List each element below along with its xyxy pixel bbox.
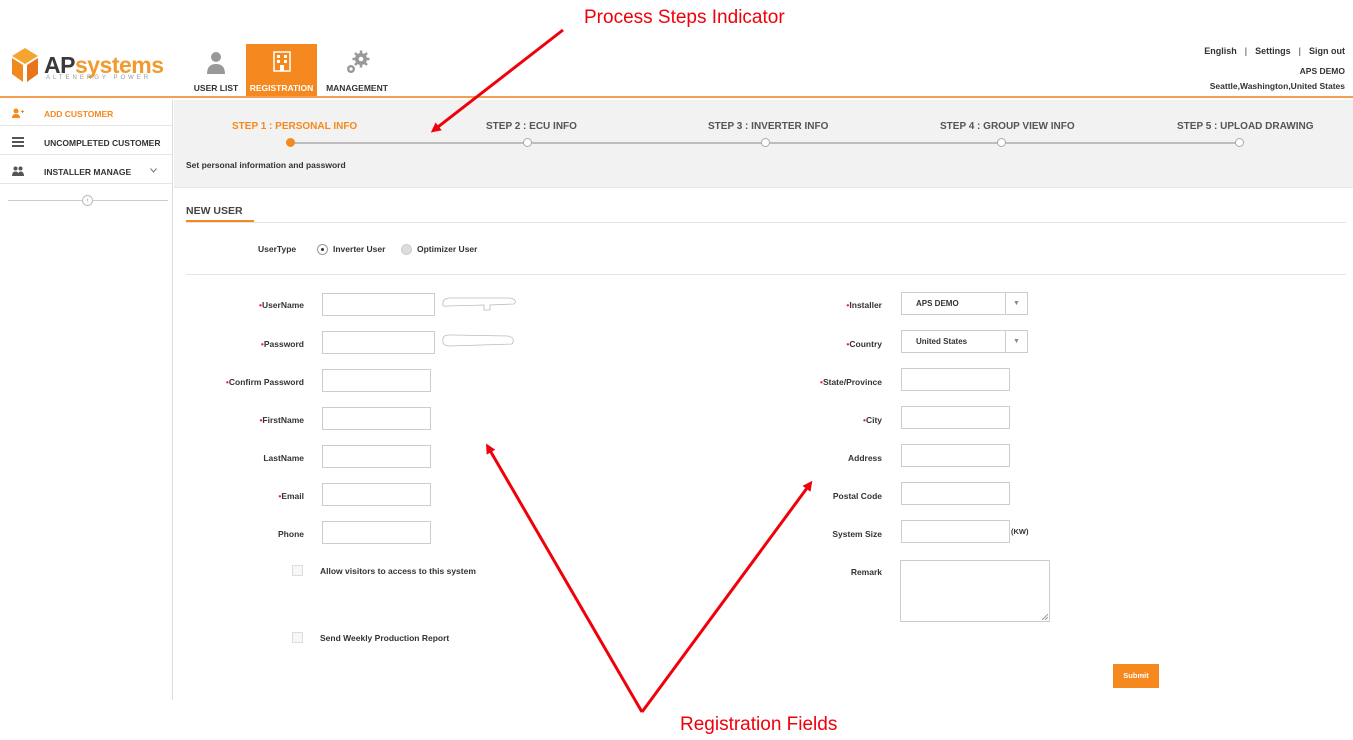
page-root: APsystems ALTENERGY POWER USER LIST REGI… xyxy=(0,0,1353,740)
arrow-to-right-fields xyxy=(640,480,813,713)
annotation-arrows xyxy=(430,28,813,713)
arrow-to-steps xyxy=(430,28,564,133)
arrow-lines xyxy=(430,28,813,713)
arrow-to-left-fields xyxy=(485,443,644,713)
